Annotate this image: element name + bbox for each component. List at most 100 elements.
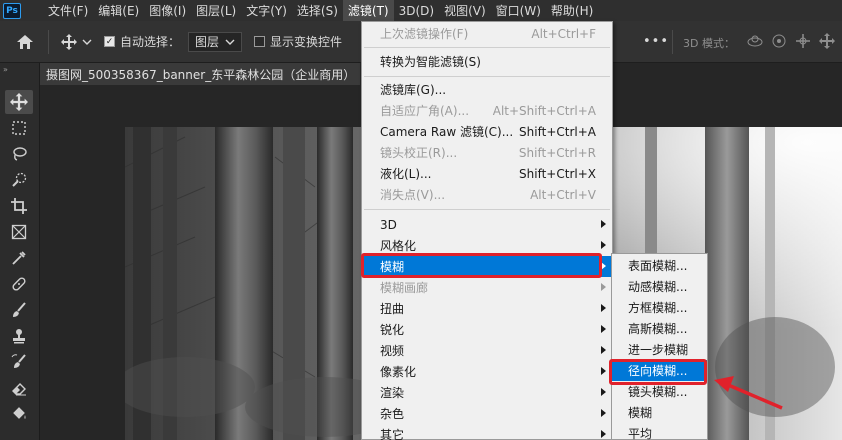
more-options-button[interactable]: ••• <box>643 34 669 49</box>
menu-item-blur-gallery[interactable]: 模糊画廊 <box>362 277 612 298</box>
menu-type[interactable]: 文字(Y) <box>241 0 292 21</box>
menu-bar: Ps 文件(F) 编辑(E) 图像(I) 图层(L) 文字(Y) 选择(S) 滤… <box>0 0 842 21</box>
annotation-arrow-icon <box>714 376 783 410</box>
quick-selection-tool[interactable] <box>5 168 33 192</box>
submenu-arrow-icon <box>601 388 606 396</box>
menu-edit[interactable]: 编辑(E) <box>93 0 144 21</box>
lasso-tool[interactable] <box>5 142 33 166</box>
blur-submenu: 表面模糊... 动感模糊... 方框模糊... 高斯模糊... 进一步模糊 径向… <box>611 253 708 440</box>
paint-bucket-icon <box>13 407 26 419</box>
menu-item-blur[interactable]: 模糊 <box>362 256 612 277</box>
lasso-icon <box>13 147 27 161</box>
menu-item-noise[interactable]: 杂色 <box>362 403 612 424</box>
menu-item-sharpen[interactable]: 锐化 <box>362 319 612 340</box>
menu-window[interactable]: 窗口(W) <box>491 0 546 21</box>
auto-select-label: 自动选择： <box>120 35 181 49</box>
menu-image[interactable]: 图像(I) <box>144 0 191 21</box>
menu-file[interactable]: 文件(F) <box>43 0 93 21</box>
clone-stamp-tool[interactable] <box>5 324 33 348</box>
submenu-item-surface-blur[interactable]: 表面模糊... <box>612 255 707 276</box>
menu-item-3d[interactable]: 3D <box>362 214 612 235</box>
menu-filter[interactable]: 滤镜(T) <box>342 0 394 21</box>
menu-item-lens-correction[interactable]: 镜头校正(R)... Shift+Ctrl+R <box>362 142 612 163</box>
move-tool[interactable] <box>5 90 33 114</box>
orbit-icon[interactable] <box>746 33 764 49</box>
submenu-arrow-icon <box>601 304 606 312</box>
menu-item-distort[interactable]: 扭曲 <box>362 298 612 319</box>
roll-icon[interactable] <box>770 33 788 49</box>
eraser-tool[interactable] <box>5 376 33 400</box>
stamp-icon <box>13 329 25 344</box>
crop-icon <box>11 198 27 214</box>
crop-tool[interactable] <box>5 194 33 218</box>
auto-select-checkbox[interactable]: ✓ <box>104 36 115 47</box>
menu-layer[interactable]: 图层(L) <box>191 0 241 21</box>
menu-item-convert-smart-filters[interactable]: 转换为智能滤镜(S) <box>362 51 612 72</box>
eraser-icon <box>12 383 26 396</box>
menu-item-other[interactable]: 其它 <box>362 424 612 440</box>
menu-help[interactable]: 帮助(H) <box>546 0 598 21</box>
submenu-arrow-icon <box>601 409 606 417</box>
marquee-icon <box>12 121 26 135</box>
drag-icon[interactable] <box>794 33 812 49</box>
paint-bucket-tool[interactable] <box>5 402 33 426</box>
filter-menu: 上次滤镜操作(F) Alt+Ctrl+F 转换为智能滤镜(S) 滤镜库(G)..… <box>361 21 613 440</box>
move-icon <box>10 93 28 111</box>
menu-separator <box>364 209 610 210</box>
home-icon <box>17 34 33 49</box>
divider <box>672 30 673 54</box>
menu-item-adaptive-wide-angle[interactable]: 自适应广角(A)... Alt+Shift+Ctrl+A <box>362 100 612 121</box>
3d-mode-label: 3D 模式： <box>683 37 735 50</box>
document-tab[interactable]: 摄图网_500358367_banner_东平森林公园（企业商用） <box>40 63 360 85</box>
brush-tool[interactable] <box>5 298 33 322</box>
history-brush-tool[interactable] <box>5 350 33 374</box>
show-transform-controls-toggle[interactable]: 显示变换控件 <box>254 33 342 50</box>
frame-icon <box>11 224 27 240</box>
auto-select-target-dropdown[interactable]: 图层 <box>188 31 243 52</box>
menu-3d[interactable]: 3D(D) <box>394 0 439 21</box>
menu-item-last-filter[interactable]: 上次滤镜操作(F) Alt+Ctrl+F <box>362 23 612 44</box>
auto-select-toggle[interactable]: ✓ 自动选择： <box>104 33 180 50</box>
pan-icon[interactable] <box>818 33 836 49</box>
chevron-down-icon <box>225 39 235 45</box>
move-tool-preset-button[interactable] <box>61 33 92 50</box>
menu-item-render[interactable]: 渲染 <box>362 382 612 403</box>
submenu-item-average[interactable]: 平均 <box>612 423 707 440</box>
submenu-arrow-icon <box>601 220 606 228</box>
menu-item-pixelate[interactable]: 像素化 <box>362 361 612 382</box>
submenu-item-radial-blur[interactable]: 径向模糊... <box>612 360 707 381</box>
submenu-item-motion-blur[interactable]: 动感模糊... <box>612 276 707 297</box>
menu-view[interactable]: 视图(V) <box>439 0 491 21</box>
brush-icon <box>13 302 26 317</box>
home-button[interactable] <box>16 34 34 50</box>
divider <box>48 29 49 54</box>
bandage-icon <box>12 277 26 291</box>
submenu-arrow-icon <box>601 241 606 249</box>
show-transform-checkbox[interactable] <box>254 36 266 47</box>
submenu-item-gaussian-blur[interactable]: 高斯模糊... <box>612 318 707 339</box>
submenu-arrow-icon <box>601 346 606 354</box>
submenu-item-blur[interactable]: 模糊 <box>612 402 707 423</box>
auto-select-target-value: 图层 <box>195 35 220 49</box>
tools-panel: » <box>0 63 40 440</box>
healing-brush-tool[interactable] <box>5 272 33 296</box>
collapse-panel-icon[interactable]: » <box>3 65 8 74</box>
menu-item-camera-raw[interactable]: Camera Raw 滤镜(C)... Shift+Ctrl+A <box>362 121 612 142</box>
menu-separator <box>364 76 610 77</box>
eyedropper-icon <box>12 251 26 265</box>
menu-item-vanishing-point[interactable]: 消失点(V)... Alt+Ctrl+V <box>362 184 612 205</box>
frame-tool[interactable] <box>5 220 33 244</box>
submenu-item-blur-more[interactable]: 进一步模糊 <box>612 339 707 360</box>
menu-select[interactable]: 选择(S) <box>292 0 343 21</box>
eyedropper-tool[interactable] <box>5 246 33 270</box>
3d-mode-tools <box>746 33 836 49</box>
marquee-tool[interactable] <box>5 116 33 140</box>
menu-item-video[interactable]: 视频 <box>362 340 612 361</box>
submenu-arrow-icon <box>601 430 606 438</box>
submenu-item-box-blur[interactable]: 方框模糊... <box>612 297 707 318</box>
menu-item-filter-gallery[interactable]: 滤镜库(G)... <box>362 79 612 100</box>
menu-item-liquify[interactable]: 液化(L)... Shift+Ctrl+X <box>362 163 612 184</box>
menu-separator <box>364 47 610 48</box>
menu-item-stylize[interactable]: 风格化 <box>362 235 612 256</box>
submenu-item-lens-blur[interactable]: 镜头模糊... <box>612 381 707 402</box>
